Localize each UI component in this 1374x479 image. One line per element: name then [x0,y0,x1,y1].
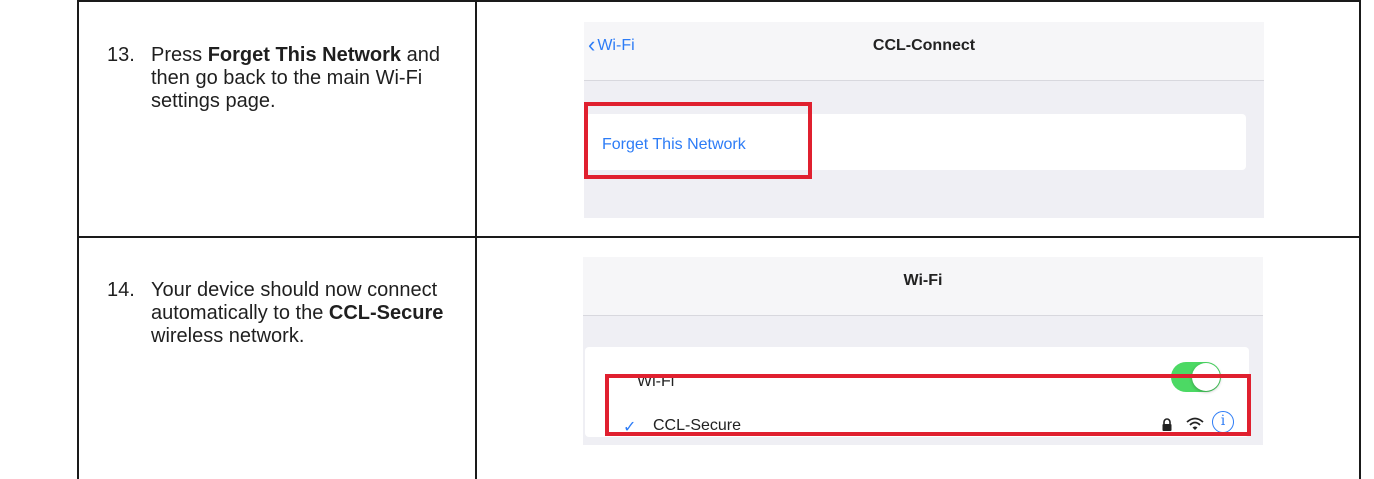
page-title: Wi-Fi [903,272,943,289]
step-text-bold: Forget This Network [207,44,402,66]
highlight-box [605,374,1251,436]
table-border-top [77,0,1361,2]
network-detail-screenshot: ‹ Wi-Fi CCL-Connect Forget This Network [584,22,1264,218]
highlight-box [584,102,812,179]
table-border-left [77,0,79,479]
step-description: Your device should now connect automatic… [151,279,447,348]
step-text-pre: Press [151,44,208,66]
step-number: 14. [107,279,135,301]
step-number: 13. [107,44,135,66]
step-text-bold: CCL-Secure [328,302,444,324]
table-row-divider [77,236,1361,238]
nav-bar: ‹ Wi-Fi CCL-Connect [584,22,1264,81]
wifi-settings-screenshot: Wi-Fi Wi-Fi ✓ CCL-Secure i [583,257,1263,445]
step-text-post: wireless network. [151,325,305,347]
step-14-text: 14. Your device should now connect autom… [107,279,447,348]
step-13-text: 13. Press Forget This Network and then g… [107,44,447,113]
nav-bar: Wi-Fi [583,257,1263,316]
step-description: Press Forget This Network and then go ba… [151,44,447,113]
page-title: CCL-Connect [872,37,976,54]
table-column-divider [475,0,477,479]
table-border-right [1359,0,1361,479]
